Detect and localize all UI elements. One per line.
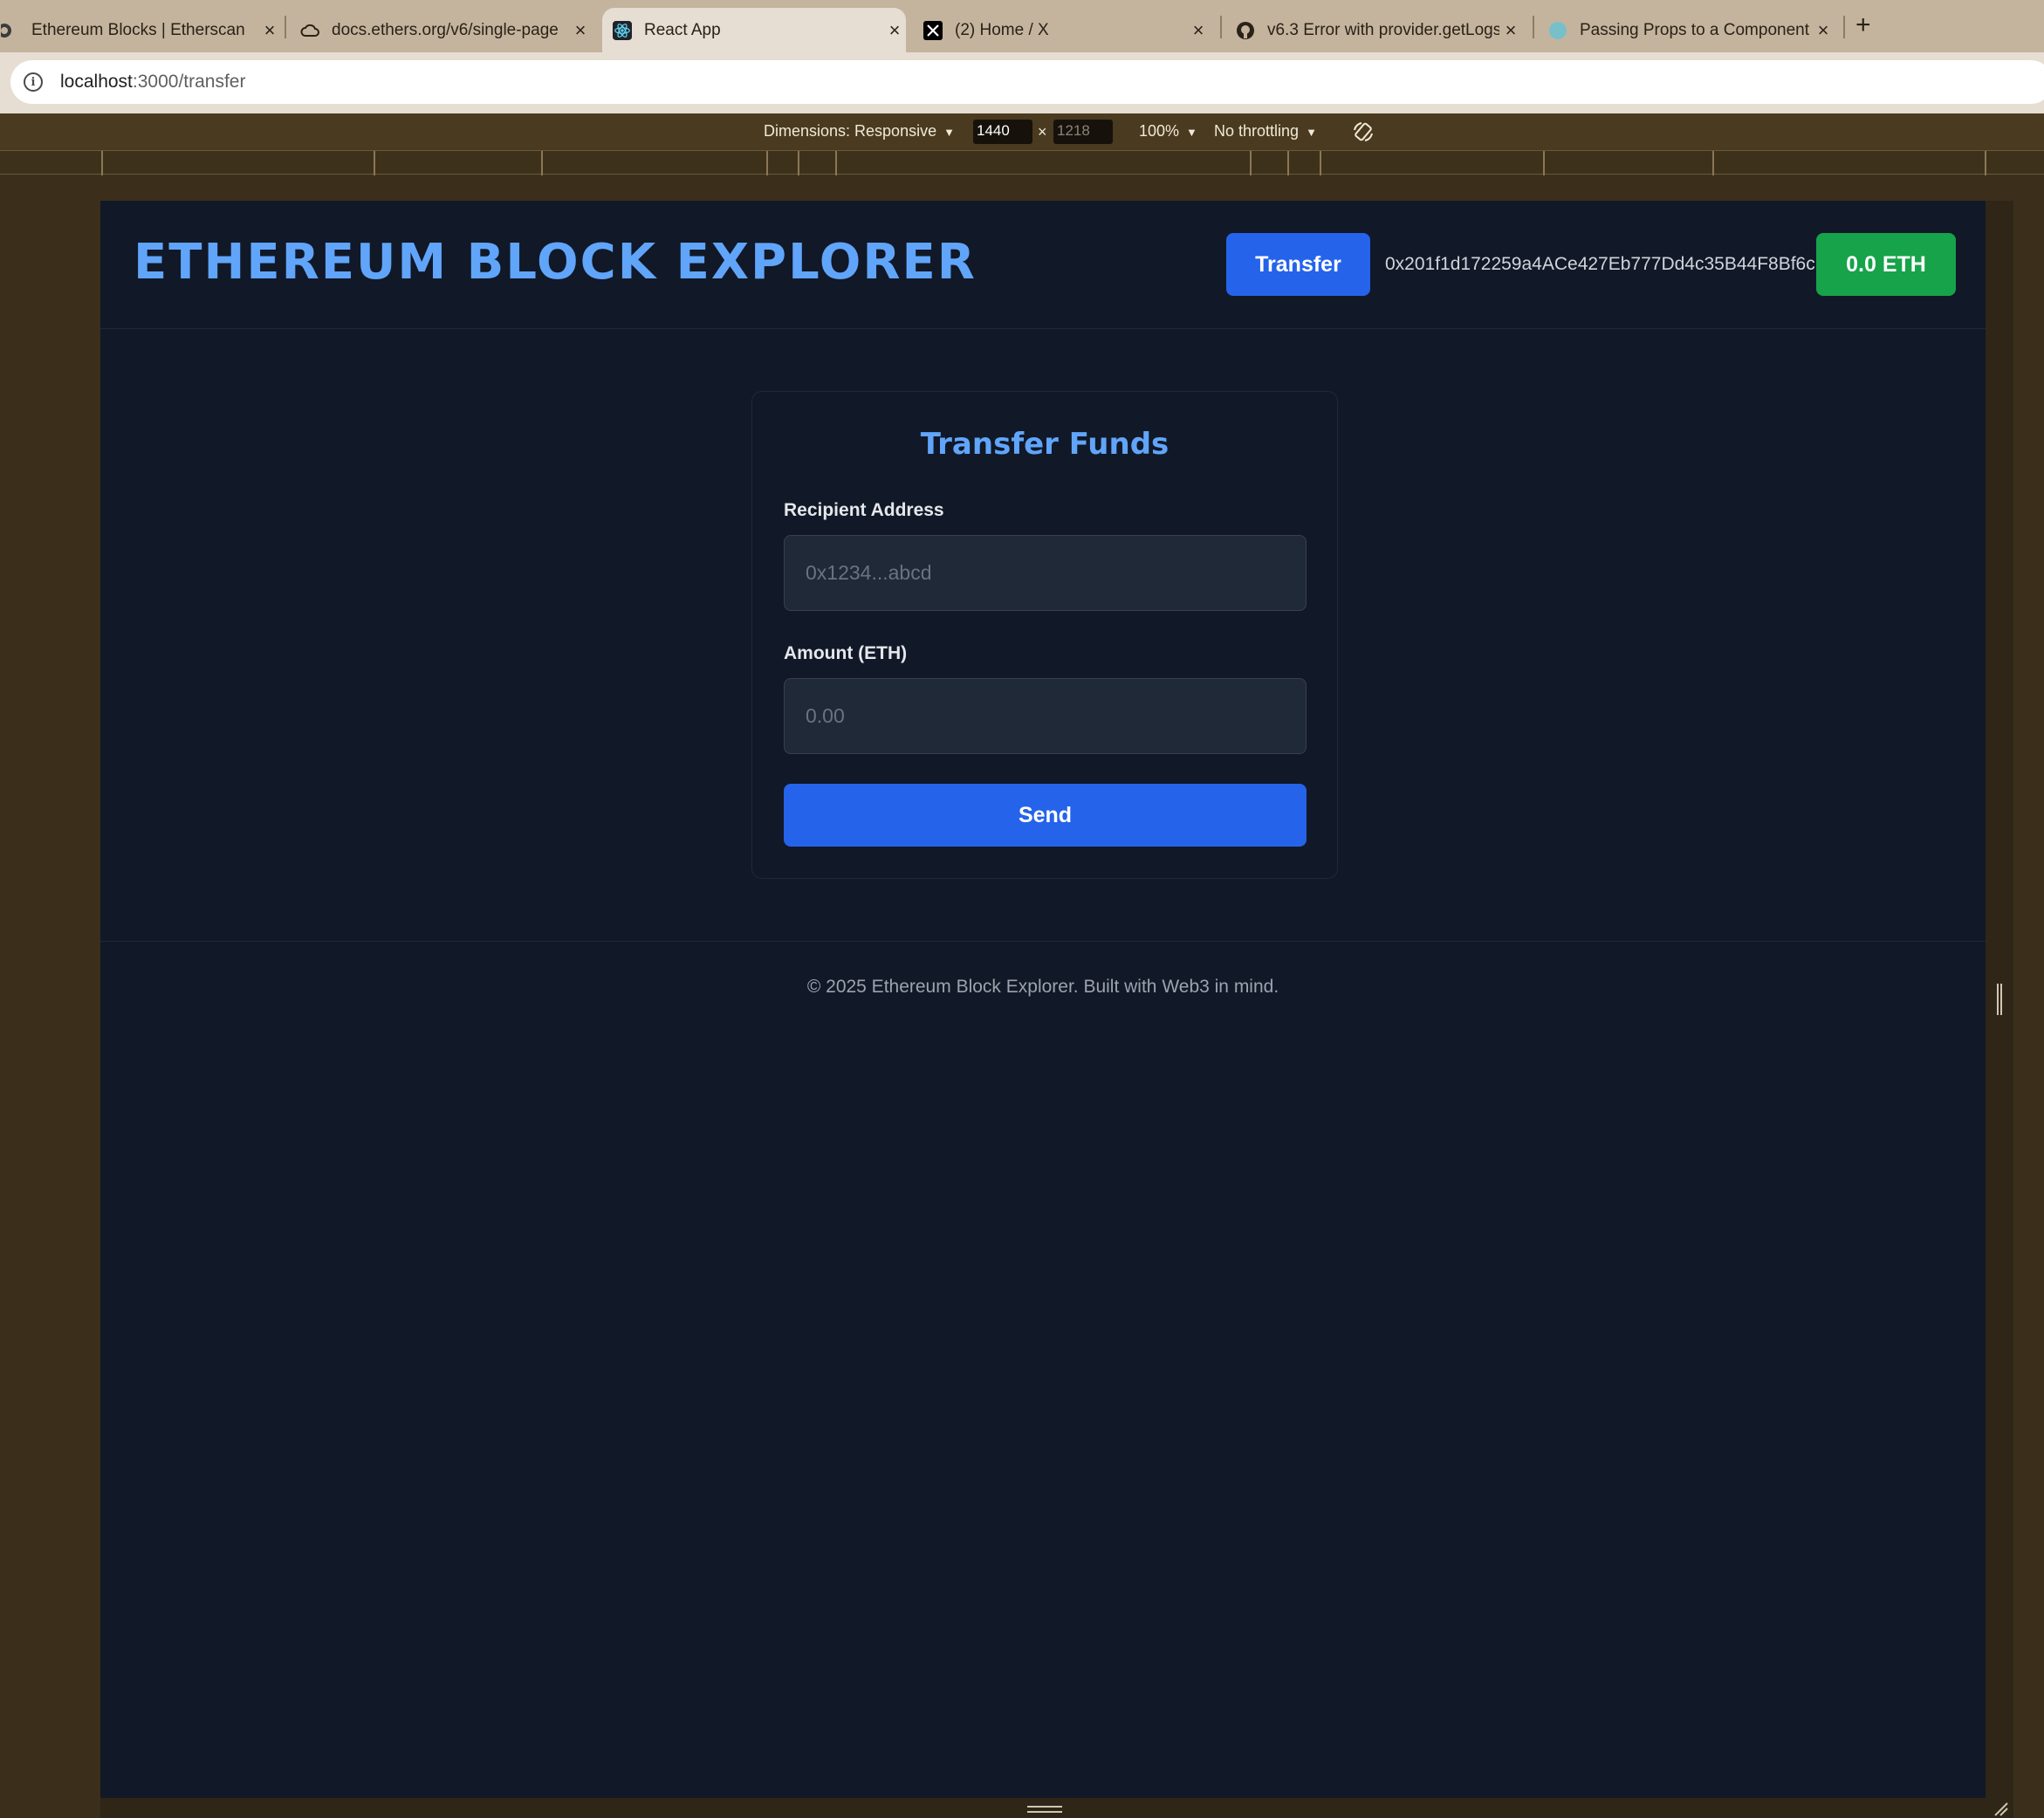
app-footer: © 2025 Ethereum Block Explorer. Built wi… <box>100 941 1986 1046</box>
tab-x-home[interactable]: (2) Home / X × <box>923 8 1210 52</box>
tab-close-icon[interactable]: × <box>1499 19 1522 42</box>
tab-title: React App <box>644 20 721 39</box>
page-viewport: ETHEREUM BLOCK EXPLORER Transfer 0x201f1… <box>100 201 1986 1798</box>
caret-down-icon: ▼ <box>1306 126 1317 139</box>
tab-close-icon[interactable]: × <box>258 19 281 42</box>
throttling-dropdown[interactable]: No throttling ▼ <box>1214 122 1317 141</box>
throttling-label: No throttling <box>1214 122 1300 140</box>
app-brand[interactable]: ETHEREUM BLOCK EXPLORER <box>134 234 977 291</box>
transfer-nav-button[interactable]: Transfer <box>1226 233 1370 296</box>
tab-github-issue[interactable]: v6.3 Error with provider.getLogs × <box>1236 8 1522 52</box>
url-text: localhost:3000/transfer <box>60 72 245 93</box>
zoom-dropdown[interactable]: 100% ▼ <box>1139 122 1197 141</box>
tab-separator <box>1533 16 1534 38</box>
url-path: :3000/transfer <box>132 72 246 92</box>
site-info-icon[interactable]: i <box>24 72 43 92</box>
url-host: localhost <box>60 72 133 92</box>
tab-title: v6.3 Error with provider.getLogs <box>1267 20 1499 39</box>
cloud-icon <box>300 21 319 40</box>
wallet-address: 0x201f1d172259a4ACe427Eb777Dd4c35B44F8Bf… <box>1385 254 1815 274</box>
width-resize-handle[interactable] <box>1997 984 2002 1015</box>
tab-title: Passing Props to a Component <box>1580 20 1809 39</box>
viewport-height-input[interactable]: 1218 <box>1053 120 1113 144</box>
caret-down-icon: ▼ <box>943 126 955 139</box>
app-header: ETHEREUM BLOCK EXPLORER Transfer 0x201f1… <box>100 201 1986 329</box>
corner-resize-icon[interactable] <box>1992 1800 2009 1817</box>
media-query-ruler <box>0 150 2044 175</box>
recipient-label: Recipient Address <box>784 500 944 520</box>
tab-close-icon[interactable]: × <box>1812 19 1835 42</box>
balance-badge: 0.0 ETH <box>1816 233 1956 296</box>
transfer-card: Transfer Funds Recipient Address Amount … <box>751 391 1338 879</box>
device-toolbar: Dimensions: Responsive ▼ 1440 × 1218 100%… <box>0 113 2044 150</box>
tab-separator <box>1843 16 1845 38</box>
tab-title: (2) Home / X <box>955 20 1049 39</box>
tab-close-icon[interactable]: × <box>569 19 592 42</box>
tab-separator <box>285 16 286 38</box>
tab-etherscan[interactable]: Ethereum Blocks | Etherscan × <box>0 8 281 52</box>
tab-separator <box>1220 16 1222 38</box>
react-docs-icon <box>1548 21 1567 40</box>
github-icon <box>1236 21 1255 40</box>
rotate-icon[interactable] <box>1351 120 1375 144</box>
address-bar[interactable]: i localhost:3000/transfer <box>10 60 2044 104</box>
zoom-label: 100% <box>1139 122 1180 140</box>
footer-text: © 2025 Ethereum Block Explorer. Built wi… <box>806 977 1279 997</box>
send-button[interactable]: Send <box>784 784 1307 847</box>
tab-title: docs.ethers.org/v6/single-page <box>332 20 559 39</box>
new-tab-button[interactable]: + <box>1855 10 1871 40</box>
viewport-width-input[interactable]: 1440 <box>973 120 1032 144</box>
amount-input[interactable] <box>784 678 1307 754</box>
tab-react-app[interactable]: React App × <box>602 8 906 52</box>
tab-close-icon[interactable]: × <box>883 19 906 42</box>
times-icon: × <box>1038 123 1047 141</box>
tab-react-docs[interactable]: Passing Props to a Component × <box>1548 8 1835 52</box>
tab-ethers-docs[interactable]: docs.ethers.org/v6/single-page × <box>300 8 592 52</box>
etherscan-icon <box>0 21 19 40</box>
caret-down-icon: ▼ <box>1186 126 1197 139</box>
browser-toolbar: i localhost:3000/transfer <box>0 52 2044 113</box>
recipient-address-input[interactable] <box>784 535 1307 611</box>
x-logo-icon <box>923 20 943 40</box>
tab-close-icon[interactable]: × <box>1187 19 1210 42</box>
amount-label: Amount (ETH) <box>784 643 908 663</box>
browser-tab-strip: Ethereum Blocks | Etherscan × docs.ether… <box>0 0 2044 52</box>
react-icon <box>613 20 632 40</box>
height-resize-handle[interactable] <box>1027 1806 1062 1813</box>
dimensions-dropdown[interactable]: Dimensions: Responsive ▼ <box>764 122 955 141</box>
transfer-title: Transfer Funds <box>920 427 1169 462</box>
tab-title: Ethereum Blocks | Etherscan <box>31 20 245 39</box>
dimensions-label: Dimensions: Responsive <box>764 122 937 140</box>
